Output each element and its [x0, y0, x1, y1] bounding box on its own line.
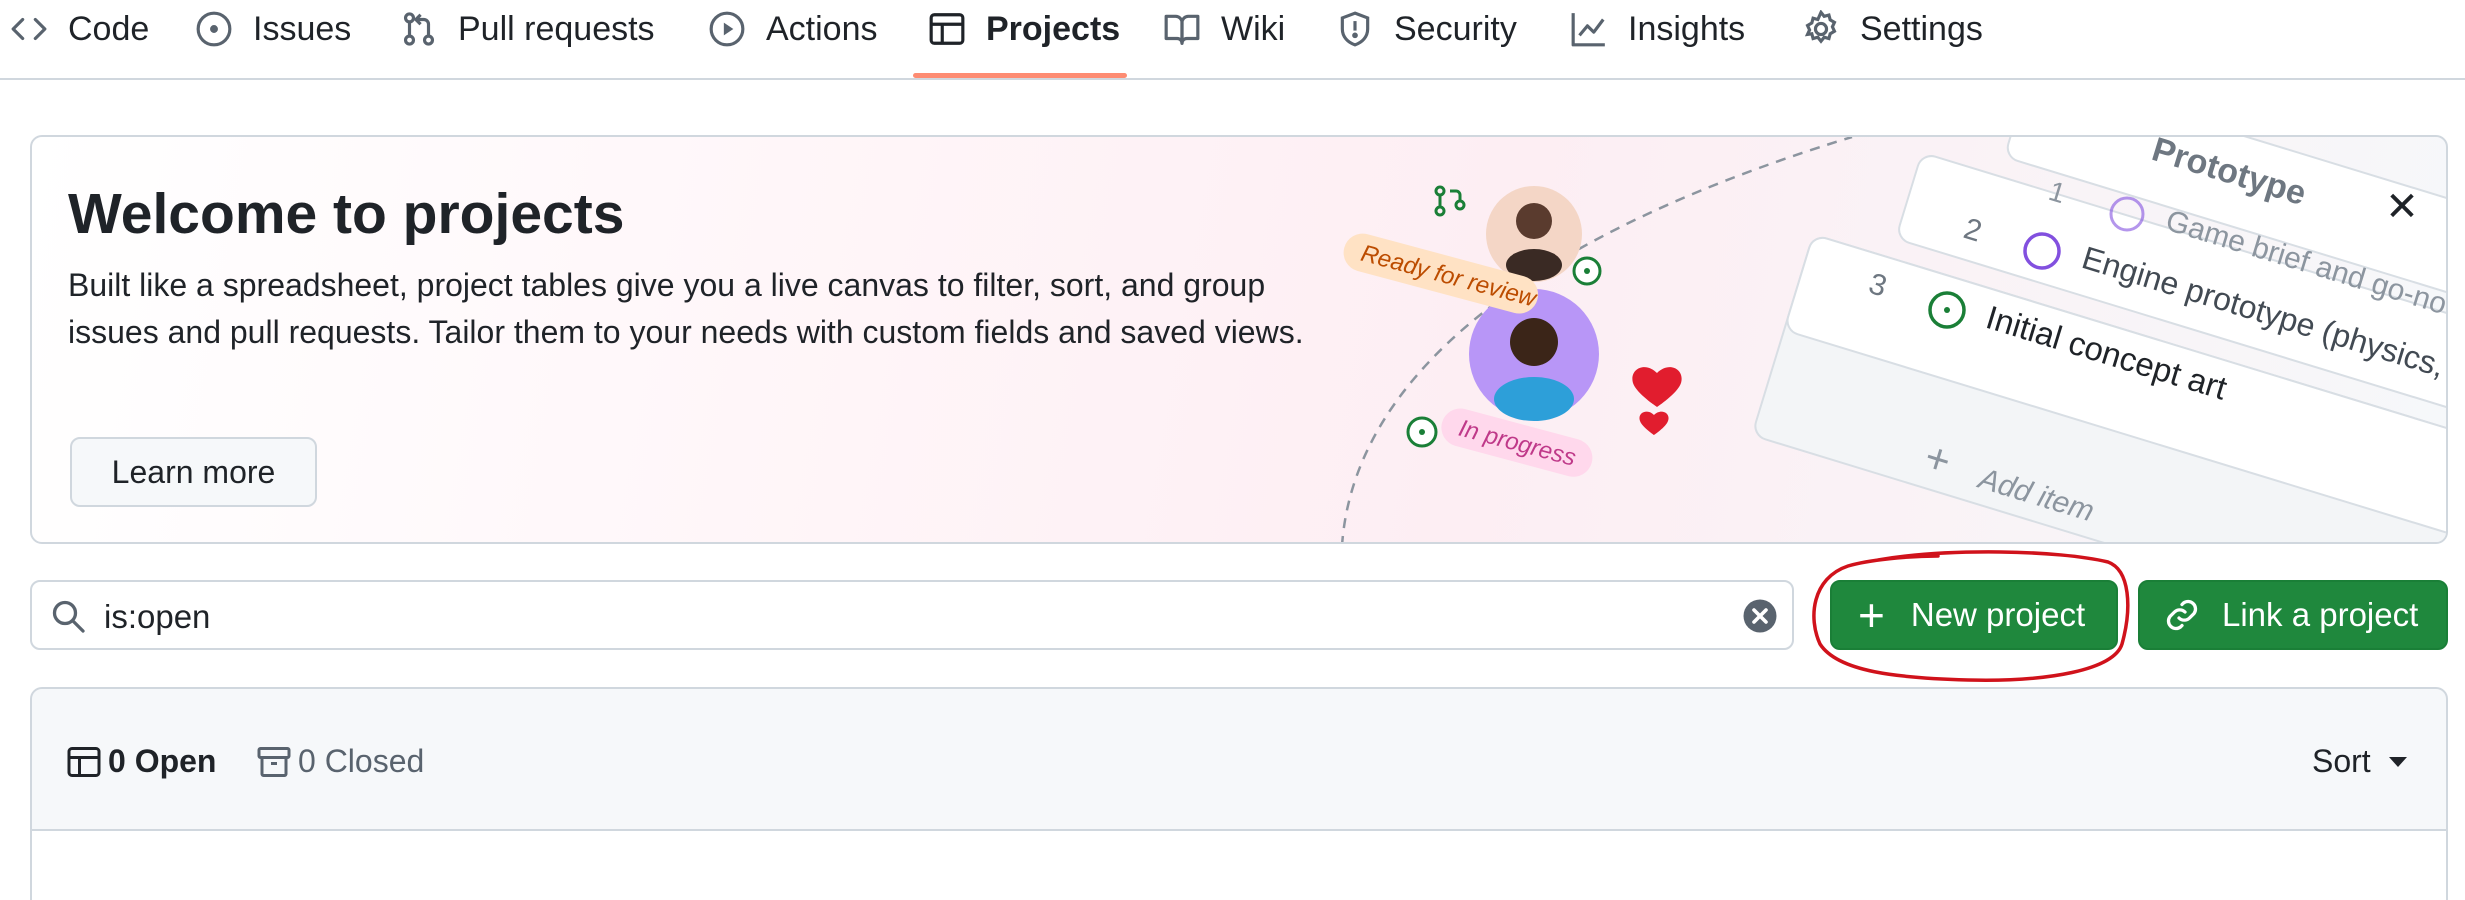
projects-illustration: Prototype 1 Game brief and go-no- 2 Engi…: [1341, 137, 2446, 542]
banner-description: Built like a spreadsheet, project tables…: [68, 267, 1304, 350]
tab-pull-requests[interactable]: Pull requests: [400, 0, 655, 80]
closed-count-label: 0 Closed: [298, 743, 425, 779]
tab-pull-requests-label: Pull requests: [458, 10, 655, 48]
projects-list-header: 0 Open 0 Closed Sort: [32, 689, 2446, 829]
open-count-label: 0 Open: [108, 743, 217, 779]
tab-wiki-label: Wiki: [1221, 10, 1286, 48]
sort-label: Sort: [2312, 743, 2371, 779]
graph-icon: [1570, 10, 1608, 48]
tab-actions[interactable]: Actions: [708, 0, 878, 80]
learn-more-button[interactable]: Learn more: [70, 437, 317, 507]
tab-security-label: Security: [1394, 10, 1517, 48]
link-project-label: Link a project: [2222, 596, 2419, 633]
tab-code-label: Code: [68, 10, 150, 48]
tab-actions-label: Actions: [766, 10, 878, 48]
close-banner-button[interactable]: ✕: [2377, 182, 2427, 232]
book-icon: [1163, 10, 1201, 48]
active-tab-underline: [913, 73, 1127, 78]
welcome-banner: Welcome to projects Built like a spreads…: [30, 135, 2448, 544]
tab-code[interactable]: Code: [10, 0, 149, 80]
heart-icon: [1632, 367, 1682, 407]
sort-dropdown[interactable]: Sort: [2312, 743, 2407, 780]
banner-title: Welcome to projects: [68, 182, 625, 246]
pull-request-icon: [1434, 185, 1466, 217]
link-icon: [2164, 597, 2200, 633]
table-icon: [67, 746, 101, 777]
search-icon: [50, 598, 86, 634]
annotation-circle: [1812, 550, 2130, 682]
closed-filter[interactable]: 0 Closed: [256, 743, 424, 780]
clear-search-icon[interactable]: [1742, 598, 1778, 634]
git-pull-request-icon: [400, 10, 438, 48]
heart-icon: [1639, 411, 1669, 435]
tab-insights[interactable]: Insights: [1570, 0, 1745, 80]
repo-nav: Code Issues Pull requests Actions Projec…: [0, 0, 2465, 80]
projects-list: 0 Open 0 Closed Sort: [30, 687, 2448, 900]
gear-icon: [1802, 9, 1840, 48]
tab-projects[interactable]: Projects: [928, 0, 1120, 80]
tab-settings-label: Settings: [1860, 10, 1983, 48]
projects-list-body: [32, 829, 2446, 900]
table-icon: [928, 10, 966, 48]
tab-issues[interactable]: Issues: [195, 0, 351, 80]
link-project-button[interactable]: Link a project: [2138, 580, 2448, 650]
search-input[interactable]: is:open: [30, 580, 1794, 650]
caret-down-icon: [2388, 756, 2407, 767]
issue-opened-icon: [195, 10, 233, 48]
tab-wiki[interactable]: Wiki: [1163, 0, 1285, 80]
tab-settings[interactable]: Settings: [1802, 0, 1983, 80]
play-icon: [708, 10, 746, 48]
tab-security[interactable]: Security: [1336, 0, 1517, 80]
tab-projects-label: Projects: [986, 10, 1121, 48]
open-filter[interactable]: 0 Open: [66, 743, 216, 780]
archive-icon: [257, 746, 291, 777]
shield-icon: [1336, 10, 1374, 48]
code-icon: [10, 10, 48, 48]
tab-issues-label: Issues: [253, 10, 352, 48]
search-query: is:open: [104, 598, 211, 635]
tab-insights-label: Insights: [1628, 10, 1746, 48]
